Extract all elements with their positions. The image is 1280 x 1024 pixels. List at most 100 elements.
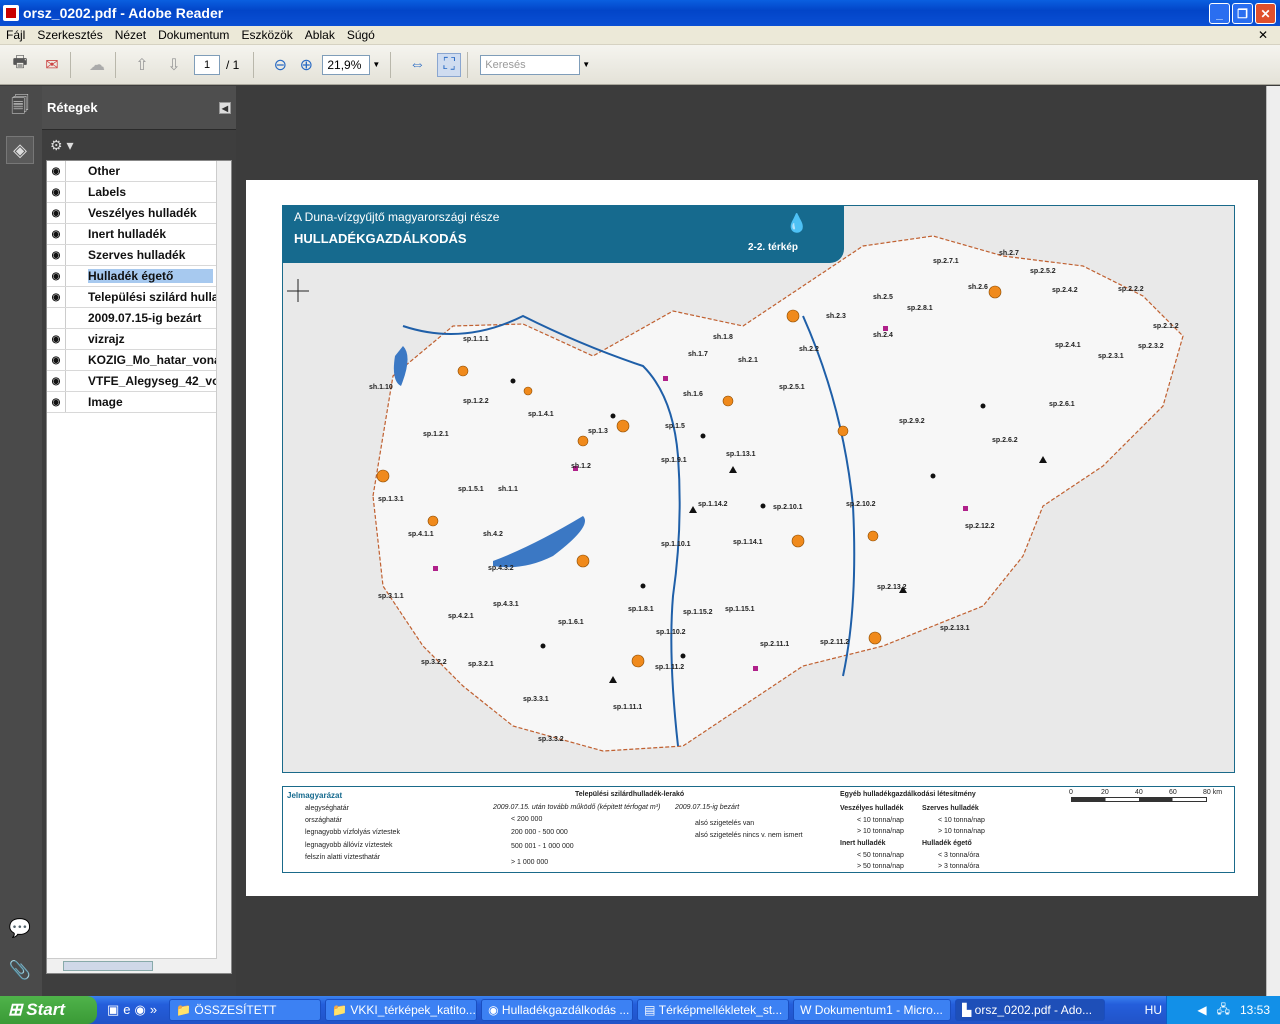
map-label: sp.2.5.1 <box>779 384 805 391</box>
map-label: sp.1.11.2 <box>655 664 684 671</box>
menu-window[interactable]: Ablak <box>299 28 341 42</box>
map-label: sp.1.4.1 <box>528 411 554 418</box>
task-button-active[interactable]: ▙ orsz_0202.pdf - Ado... <box>955 999 1106 1021</box>
layer-row[interactable]: 2009.07.15-ig bezárt <box>47 308 231 329</box>
task-button[interactable]: ◉ Hulladékgazdálkodás ... <box>481 999 634 1021</box>
zoom-level-input[interactable]: 21,9% <box>322 54 371 75</box>
internet-explorer-icon[interactable]: e <box>123 1002 130 1018</box>
comment-icon[interactable]: ☁ <box>85 53 109 77</box>
eye-icon[interactable]: ◉ <box>47 245 66 265</box>
map-label: sp.2.7.1 <box>933 258 959 265</box>
layer-row[interactable]: ◉ vizrajz <box>47 329 231 350</box>
zoom-in-icon[interactable]: ⊕ <box>294 53 318 77</box>
map-label: sp.3.3.2 <box>538 736 564 743</box>
chrome-icon[interactable]: ◉ <box>135 1002 146 1018</box>
map-label: sp.1.15.1 <box>725 606 755 613</box>
eye-icon[interactable]: ◉ <box>47 392 66 412</box>
task-button[interactable]: 📁 VKKI_térképek_katito... <box>325 999 478 1021</box>
layer-name: Hulladék égető <box>88 269 214 283</box>
comments-icon[interactable]: 💬 <box>6 914 34 942</box>
map-label: sp.2.1.2 <box>1153 323 1179 330</box>
eye-hidden-icon[interactable] <box>47 308 66 328</box>
layer-row[interactable]: ◉ Image <box>47 392 231 413</box>
minimize-button[interactable]: _ <box>1209 3 1230 24</box>
layer-list-hscrollbar[interactable] <box>47 958 217 973</box>
network-icon[interactable]: 🖧 <box>1217 1000 1230 1021</box>
options-gear-icon[interactable]: ⚙ ▾ <box>42 130 236 160</box>
start-button[interactable]: ⊞ Start <box>0 996 97 1024</box>
search-input[interactable]: Keresés <box>480 54 581 75</box>
eye-icon[interactable]: ◉ <box>47 161 66 181</box>
close-button[interactable]: ✕ <box>1255 3 1276 24</box>
map-label: sp.2.6.1 <box>1049 401 1075 408</box>
menu-edit[interactable]: Szerkesztés <box>31 28 108 42</box>
previous-page-icon[interactable]: ⇧ <box>130 53 154 77</box>
search-dropdown-icon[interactable]: ▼ <box>582 60 590 69</box>
eye-icon[interactable]: ◉ <box>47 371 66 391</box>
layer-row[interactable]: ◉ Veszélyes hulladék <box>47 203 231 224</box>
layers-icon[interactable]: ◈ <box>6 136 34 164</box>
language-indicator[interactable]: HU <box>1145 1003 1162 1017</box>
layer-row[interactable]: ◉ KOZIG_Mo_hatar_vona <box>47 350 231 371</box>
collapse-panel-icon[interactable]: ◀ <box>219 102 231 114</box>
page-total: / 1 <box>226 57 240 72</box>
legend-line: felszín alatti víztesthatár <box>305 854 381 861</box>
map-label: sp.2.10.2 <box>846 501 876 508</box>
layer-row[interactable]: ◉ Other <box>47 161 231 182</box>
close-document-icon[interactable]: ✕ <box>1252 28 1274 42</box>
clock[interactable]: 13:53 <box>1240 1003 1270 1017</box>
page-number-input[interactable]: 1 <box>194 54 220 75</box>
eye-icon[interactable]: ◉ <box>47 266 66 286</box>
menu-tools[interactable]: Eszközök <box>235 28 298 42</box>
zoom-out-icon[interactable]: ⊖ <box>268 53 292 77</box>
legend-landfill-sub: 2009.07.15. után tovább működő (képitett… <box>493 804 661 811</box>
task-button[interactable]: ▤ Térképmellékletek_st... <box>637 999 790 1021</box>
scale-label: 80 km <box>1203 789 1223 796</box>
legend-haz: > 10 tonna/nap <box>857 828 904 835</box>
layer-row[interactable]: ◉ Szerves hulladék <box>47 245 231 266</box>
menu-view[interactable]: Nézet <box>109 28 152 42</box>
eye-icon[interactable]: ◉ <box>47 224 66 244</box>
eye-icon[interactable]: ◉ <box>47 350 66 370</box>
task-button[interactable]: 📁 ÖSSZESÍTETT <box>169 999 322 1021</box>
print-icon[interactable]: 🖶 <box>8 53 32 77</box>
eye-icon[interactable]: ◉ <box>47 287 66 307</box>
task-label: ÖSSZESÍTETT <box>194 1003 277 1017</box>
task-button[interactable]: W Dokumentum1 - Micro... <box>793 999 952 1021</box>
layer-row[interactable]: ◉ Települési szilárd hulla <box>47 287 231 308</box>
eye-icon[interactable]: ◉ <box>47 182 66 202</box>
map-label: sh.1.8 <box>713 334 733 341</box>
eye-icon[interactable]: ◉ <box>47 329 66 349</box>
fit-width-icon[interactable]: ⇔ <box>405 53 429 77</box>
eye-icon[interactable]: ◉ <box>47 203 66 223</box>
menu-help[interactable]: Súgó <box>341 28 381 42</box>
more-quicklaunch-icon[interactable]: » <box>150 1002 157 1018</box>
menu-file[interactable]: Fájl <box>0 28 31 42</box>
next-page-icon[interactable]: ⇩ <box>162 53 186 77</box>
legend-incin-title: Hulladék égető <box>922 840 972 847</box>
fit-page-icon[interactable]: ⛶ <box>437 52 462 77</box>
window-title: orsz_0202.pdf - Adobe Reader <box>23 5 224 21</box>
show-desktop-icon[interactable]: ▣ <box>107 1002 119 1018</box>
layer-row[interactable]: ◉ Inert hulladék <box>47 224 231 245</box>
menu-bar: Fájl Szerkesztés Nézet Dokumentum Eszköz… <box>0 26 1280 45</box>
document-vscrollbar[interactable] <box>1266 86 1280 996</box>
share-icon[interactable]: ✉ <box>40 53 64 77</box>
maximize-button[interactable]: ❐ <box>1232 3 1253 24</box>
attachments-icon[interactable]: 📎 <box>6 956 34 984</box>
legend-haz-title: Veszélyes hulladék <box>840 805 904 812</box>
menu-document[interactable]: Dokumentum <box>152 28 235 42</box>
pages-icon[interactable]: 🗐 <box>6 94 34 122</box>
map-label: sh.2.2 <box>799 346 819 353</box>
layer-row[interactable]: ◉ VTFE_Alegyseg_42_vo <box>47 371 231 392</box>
tray-icon[interactable]: ◀ <box>1197 1003 1206 1017</box>
layer-row[interactable]: ◉ Hulladék égető <box>47 266 231 287</box>
map-label: sp.4.2.1 <box>448 613 474 620</box>
layer-row[interactable]: ◉ Labels <box>47 182 231 203</box>
zoom-dropdown-icon[interactable]: ▼ <box>372 60 380 69</box>
map-label: sp.2.4.2 <box>1052 287 1078 294</box>
map-label: sp.1.8.1 <box>628 606 654 613</box>
map-label: sp.4.3.2 <box>488 565 514 572</box>
layer-list-vscrollbar[interactable] <box>216 161 231 973</box>
map-label: sp.2.11.1 <box>760 641 789 648</box>
